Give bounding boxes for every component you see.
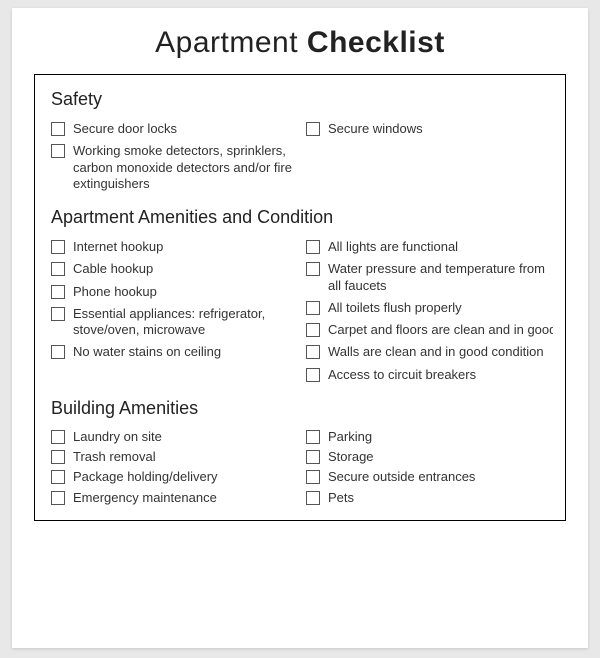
page-title: Apartment Checklist (12, 26, 588, 60)
checklist-item: Emergency maintenance (51, 488, 298, 508)
checklist-item: Walls are clean and in good condition (306, 341, 553, 363)
checklist-item: Secure door locks (51, 118, 298, 140)
item-label: Walls are clean and in good condition (328, 344, 553, 360)
item-label: Carpet and floors are clean and in good … (328, 322, 553, 338)
item-label: Package holding/delivery (73, 469, 298, 485)
checkbox-icon[interactable] (306, 368, 320, 382)
item-label: Access to circuit breakers (328, 367, 553, 383)
title-part-1: Apartment (155, 26, 298, 59)
checkbox-icon[interactable] (51, 144, 65, 158)
checkbox-icon[interactable] (306, 323, 320, 337)
checklist-item: Working smoke detectors, sprinklers, car… (51, 140, 298, 195)
checklist-item: Phone hookup (51, 281, 298, 303)
item-label: Secure windows (328, 121, 553, 137)
checklist-item: Access to circuit breakers (306, 364, 553, 386)
checkbox-icon[interactable] (306, 122, 320, 136)
checkbox-icon[interactable] (306, 262, 320, 276)
checkbox-icon[interactable] (306, 470, 320, 484)
item-label: Trash removal (73, 449, 298, 465)
checkbox-icon[interactable] (51, 470, 65, 484)
section-heading-building: Building Amenities (51, 398, 553, 419)
item-label: Working smoke detectors, sprinklers, car… (73, 143, 298, 192)
checkbox-icon[interactable] (306, 430, 320, 444)
checklist-item: Secure windows (306, 118, 553, 140)
item-label: Emergency maintenance (73, 490, 298, 506)
checkbox-icon[interactable] (51, 285, 65, 299)
safety-col-right: Secure windows (306, 118, 553, 195)
checkbox-icon[interactable] (306, 240, 320, 254)
item-label: Storage (328, 449, 553, 465)
section-building: Building Amenities Laundry on site Trash… (51, 398, 553, 508)
checklist-item: Internet hookup (51, 236, 298, 258)
checklist-item: Secure outside entrances (306, 467, 553, 487)
item-label: Cable hookup (73, 261, 298, 277)
item-label: Essential appliances: refrigerator, stov… (73, 306, 298, 339)
section-heading-amenities: Apartment Amenities and Condition (51, 207, 553, 228)
checkbox-icon[interactable] (51, 345, 65, 359)
title-part-2: Checklist (307, 26, 445, 59)
checkbox-icon[interactable] (306, 345, 320, 359)
amenities-col-left: Internet hookup Cable hookup Phone hooku… (51, 236, 298, 386)
checkbox-icon[interactable] (306, 450, 320, 464)
checklist-frame: Safety Secure door locks Working smoke d… (34, 74, 566, 521)
checklist-item: Package holding/delivery (51, 467, 298, 487)
checklist-item: Pets (306, 488, 553, 508)
item-label: All toilets flush properly (328, 300, 553, 316)
checkbox-icon[interactable] (51, 122, 65, 136)
item-label: No water stains on ceiling (73, 344, 298, 360)
section-heading-safety: Safety (51, 89, 553, 110)
safety-col-left: Secure door locks Working smoke detector… (51, 118, 298, 195)
item-label: Pets (328, 490, 553, 506)
checkbox-icon[interactable] (51, 430, 65, 444)
checklist-item: Essential appliances: refrigerator, stov… (51, 303, 298, 342)
checklist-item: Water pressure and temperature from all … (306, 258, 553, 297)
checkbox-icon[interactable] (51, 491, 65, 505)
checkbox-icon[interactable] (306, 491, 320, 505)
building-col-right: Parking Storage Secure outside entrances… (306, 427, 553, 508)
checkbox-icon[interactable] (306, 301, 320, 315)
checkbox-icon[interactable] (51, 240, 65, 254)
checkbox-icon[interactable] (51, 307, 65, 321)
item-label: All lights are functional (328, 239, 553, 255)
item-label: Phone hookup (73, 284, 298, 300)
checklist-item: Cable hookup (51, 258, 298, 280)
checklist-item: Trash removal (51, 447, 298, 467)
section-amenities: Apartment Amenities and Condition Intern… (51, 207, 553, 386)
amenities-col-right: All lights are functional Water pressure… (306, 236, 553, 386)
item-label: Secure door locks (73, 121, 298, 137)
item-label: Laundry on site (73, 429, 298, 445)
document-page: Apartment Checklist Safety Secure door l… (12, 8, 588, 648)
item-label: Internet hookup (73, 239, 298, 255)
checklist-item: All lights are functional (306, 236, 553, 258)
checklist-item: Parking (306, 427, 553, 447)
checkbox-icon[interactable] (51, 450, 65, 464)
checklist-item: Laundry on site (51, 427, 298, 447)
checklist-item: No water stains on ceiling (51, 341, 298, 363)
checklist-item: Carpet and floors are clean and in good … (306, 319, 553, 341)
item-label: Parking (328, 429, 553, 445)
checklist-item: Storage (306, 447, 553, 467)
item-label: Water pressure and temperature from all … (328, 261, 553, 294)
section-safety: Safety Secure door locks Working smoke d… (51, 89, 553, 195)
checkbox-icon[interactable] (51, 262, 65, 276)
item-label: Secure outside entrances (328, 469, 553, 485)
building-col-left: Laundry on site Trash removal Package ho… (51, 427, 298, 508)
checklist-item: All toilets flush properly (306, 297, 553, 319)
